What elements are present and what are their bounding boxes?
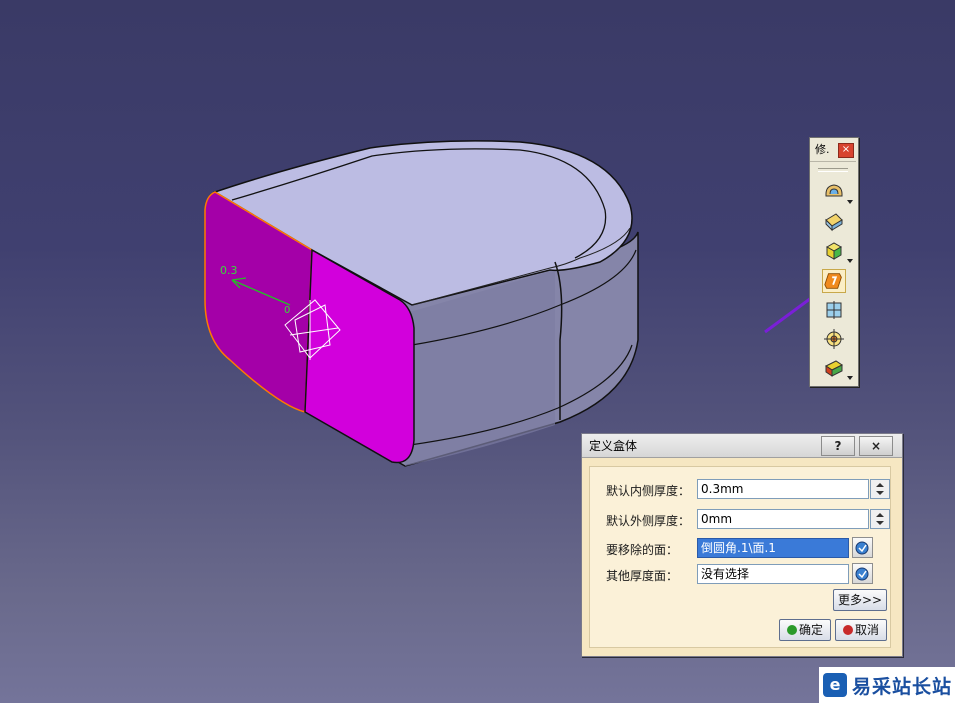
- shell-feature-icon: [825, 184, 843, 197]
- cancel-icon: [842, 625, 853, 635]
- inner-thickness-spinner[interactable]: [870, 479, 890, 499]
- outer-thickness-spinner[interactable]: [870, 509, 890, 529]
- spin-down-icon[interactable]: [876, 521, 884, 525]
- more-button[interactable]: 更多>>: [833, 589, 887, 611]
- other-thickness-faces-input[interactable]: 没有选择: [697, 564, 849, 584]
- split-body-icon: [826, 301, 842, 319]
- other-thickness-faces-label: 其他厚度面：: [606, 569, 679, 583]
- solid-box-icon: [825, 242, 843, 260]
- remove-face-button[interactable]: [822, 356, 853, 380]
- toolbar-close-button[interactable]: ×: [838, 143, 854, 158]
- outer-thickness-label: 默认外侧厚度：: [606, 514, 691, 528]
- toolbar-grip[interactable]: [818, 168, 848, 172]
- dimension-label: 0.3: [220, 264, 238, 277]
- faces-to-remove-picker[interactable]: [852, 537, 873, 558]
- dimension-label-2: 0: [284, 305, 290, 316]
- other-thickness-faces-picker[interactable]: [852, 563, 873, 584]
- ok-icon: [786, 625, 797, 635]
- target-circle-icon: [824, 329, 844, 349]
- spin-up-icon[interactable]: [876, 513, 884, 517]
- faces-to-remove-input[interactable]: 倒圆角.1\面.1: [697, 538, 849, 558]
- dialog-close-button[interactable]: ×: [859, 436, 893, 456]
- site-watermark: e 易采站长站: [819, 667, 955, 703]
- define-shell-icon: [824, 273, 842, 289]
- outer-thickness-input[interactable]: 0mm: [697, 509, 869, 529]
- faces-to-remove-label: 要移除的面：: [606, 543, 679, 557]
- inner-thickness-label: 默认内侧厚度：: [606, 484, 691, 498]
- help-button[interactable]: ?: [821, 436, 855, 456]
- selection-list-icon: [855, 541, 869, 555]
- site-watermark-text: 易采站长站: [852, 676, 953, 698]
- remove-face-icon: [825, 360, 843, 377]
- define-shell-dialog: 定义盒体 ? × 默认内侧厚度： 0.3mm 默认外侧厚度： 0mm 要移除的面…: [581, 433, 903, 657]
- split-body-button[interactable]: [822, 298, 846, 322]
- cancel-label: 取消: [854, 623, 879, 637]
- thickness-feature-icon: [825, 213, 843, 232]
- dialog-body: 默认内侧厚度： 0.3mm 默认外侧厚度： 0mm 要移除的面： 倒圆角.1\面…: [589, 466, 891, 648]
- thickness-feature-button[interactable]: [822, 210, 846, 234]
- shell-feature-button[interactable]: [822, 180, 853, 204]
- define-shell-button[interactable]: [822, 269, 846, 293]
- site-logo-icon: e: [823, 673, 847, 697]
- spin-down-icon[interactable]: [876, 491, 884, 495]
- spin-up-icon[interactable]: [876, 483, 884, 487]
- solid-box-button[interactable]: [822, 239, 853, 263]
- cancel-button[interactable]: 取消: [835, 619, 887, 641]
- part-design-toolbar: 修. ×: [809, 137, 859, 387]
- selection-list-icon: [855, 567, 869, 581]
- ok-button[interactable]: 确定: [779, 619, 831, 641]
- inner-thickness-input[interactable]: 0.3mm: [697, 479, 869, 499]
- ok-label: 确定: [798, 623, 823, 637]
- target-button[interactable]: [822, 327, 846, 351]
